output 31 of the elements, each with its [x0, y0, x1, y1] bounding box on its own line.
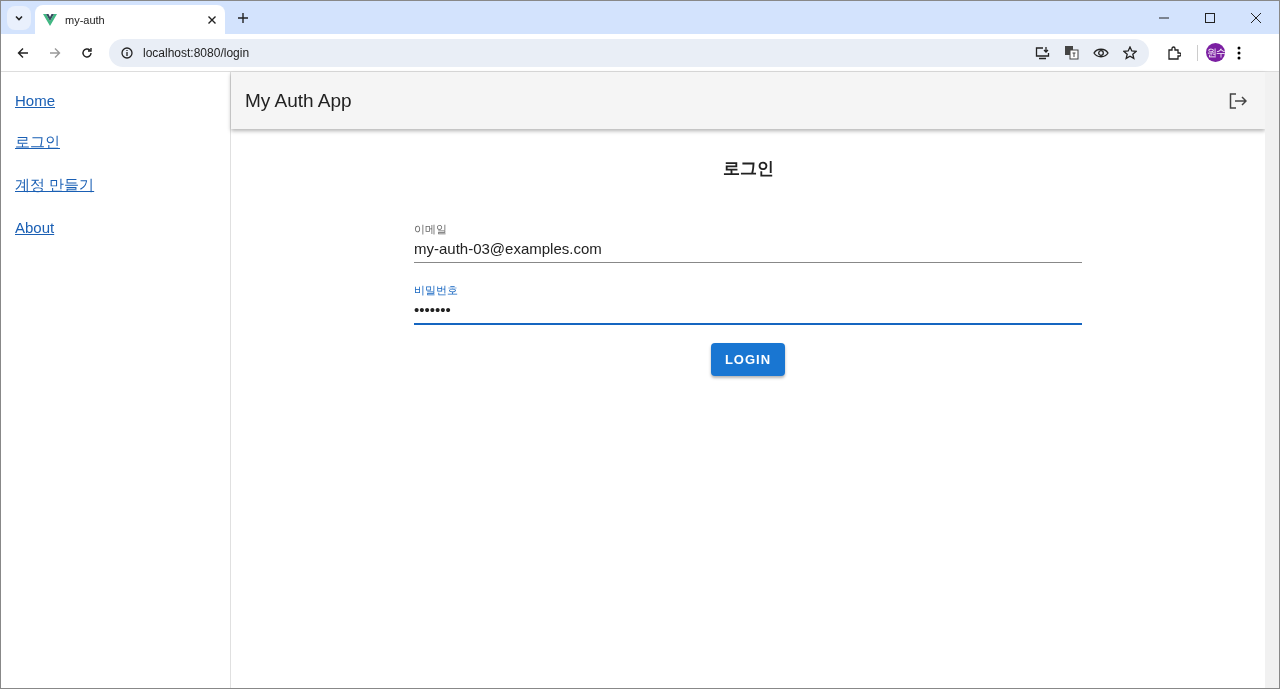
form-title: 로그인 — [722, 158, 774, 180]
profile-avatar[interactable]: 원수 — [1206, 43, 1225, 62]
close-icon[interactable] — [207, 14, 217, 25]
eye-icon[interactable] — [1093, 46, 1109, 59]
star-icon[interactable] — [1123, 45, 1137, 60]
field-label: 이메일 — [414, 222, 447, 237]
more-icon[interactable] — [1237, 45, 1241, 60]
input-field[interactable]: ••••••• — [414, 298, 1082, 325]
input-field[interactable]: my-auth-03@examples.com — [414, 237, 1082, 263]
monitor-icon[interactable] — [1035, 45, 1050, 60]
logout-icon[interactable] — [1229, 92, 1247, 109]
field-label: 비밀번호 — [414, 283, 458, 298]
reload-icon[interactable] — [81, 46, 93, 59]
scrollbar-track[interactable] — [1265, 72, 1279, 688]
back-icon[interactable] — [17, 46, 29, 59]
tab-title: my-auth — [65, 13, 106, 26]
browser-tab[interactable]: my-auth — [35, 5, 225, 34]
puzzle-icon[interactable] — [1167, 45, 1181, 60]
sidebar-link[interactable]: 계정 만들기 — [15, 176, 95, 195]
login-button[interactable]: LOGIN — [710, 343, 786, 376]
address-bar[interactable]: localhost:8080/login — [109, 38, 1149, 67]
new-tab-icon[interactable] — [237, 11, 249, 24]
maximize-icon[interactable] — [1205, 12, 1215, 23]
sidebar-link[interactable]: 로그인 — [15, 133, 60, 152]
v-logo-icon — [43, 13, 57, 26]
sidebar-link[interactable]: Home — [15, 92, 55, 109]
url-text: localhost:8080/login — [143, 45, 250, 60]
info-icon — [121, 46, 133, 59]
app-title: My Auth App — [245, 89, 352, 112]
sidebar-link[interactable]: About — [15, 219, 55, 236]
close-icon[interactable] — [1251, 12, 1261, 23]
